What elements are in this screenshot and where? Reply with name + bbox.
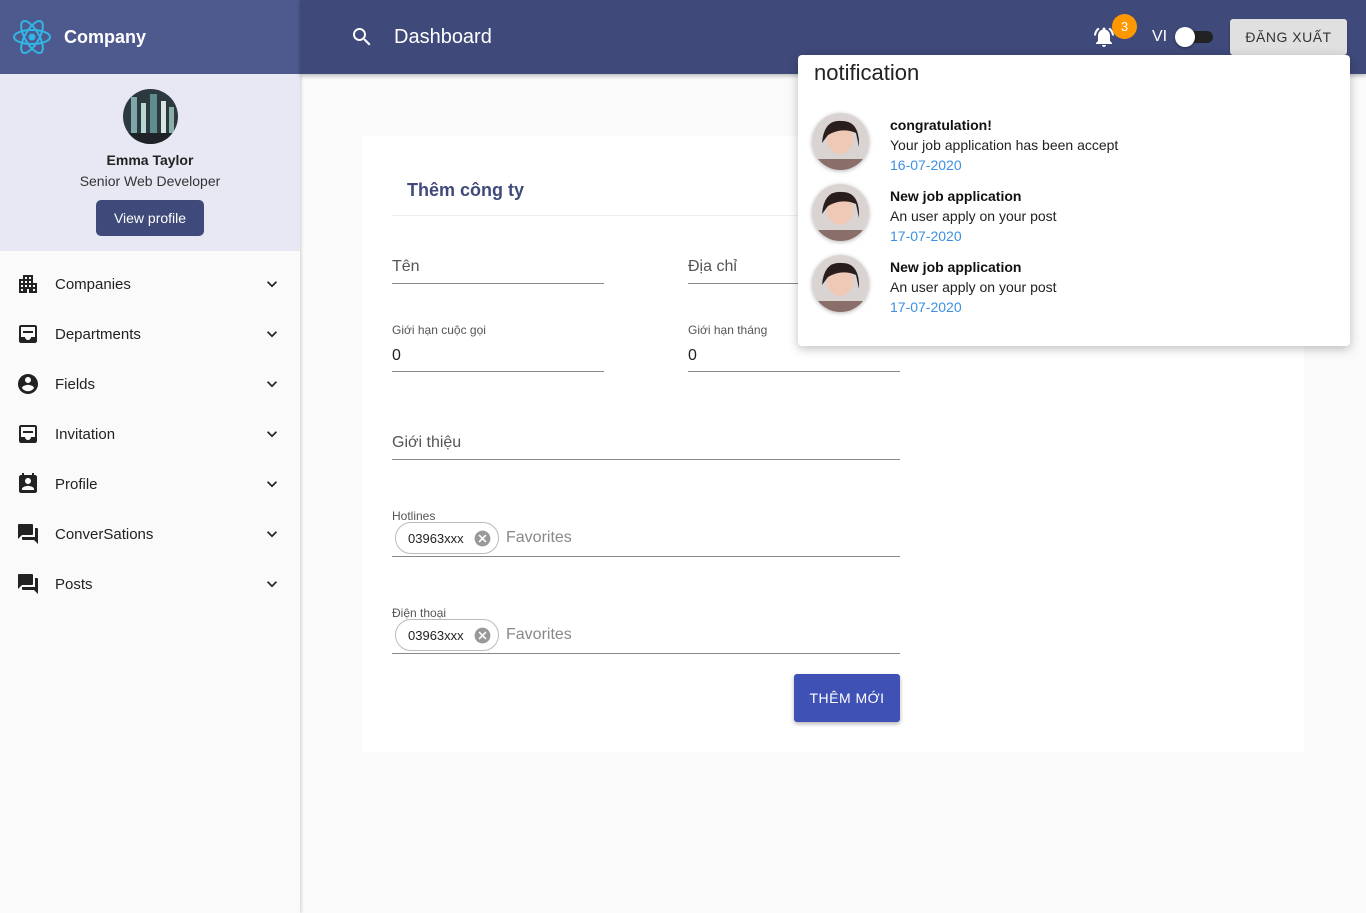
call-limit-value: 0 (392, 347, 401, 364)
chevron-down-icon (267, 431, 277, 438)
inbox-icon (19, 425, 37, 443)
sidebar-item-label: Invitation (55, 425, 116, 443)
forum-icon (18, 574, 38, 594)
user-role: Senior Web Developer (79, 173, 221, 189)
avatar (812, 184, 869, 241)
intro-placeholder: Giới thiệu (392, 434, 462, 451)
month-limit-label: Giới hạn tháng (688, 323, 768, 337)
avatar (812, 113, 869, 170)
name-placeholder: Tên (392, 258, 420, 275)
sidebar-item-conversations[interactable]: ConverSations (0, 509, 300, 559)
building-icon (19, 275, 37, 293)
notification-item[interactable]: New job application An user apply on you… (812, 253, 1332, 324)
call-limit-field[interactable]: Giới hạn cuộc gọi 0 (392, 323, 604, 372)
hotlines-field[interactable]: Hotlines 03963xxx Favorites (392, 509, 900, 557)
notification-count-badge: 3 (1112, 14, 1137, 39)
sidebar-item-label: Profile (55, 475, 98, 493)
chevron-down-icon (267, 331, 277, 338)
user-profile-panel: Emma Taylor Senior Web Developer View pr… (0, 74, 300, 251)
search-icon[interactable] (350, 25, 374, 49)
language-label: VI (1152, 28, 1168, 45)
sidebar-item-label: Posts (55, 575, 93, 593)
sidebar-item-label: ConverSations (55, 525, 154, 543)
sidebar-item-fields[interactable]: Fields (0, 359, 300, 409)
sidebar-item-label: Departments (55, 325, 141, 343)
notification-body: An user apply on your post (890, 279, 1057, 295)
badge-icon (19, 473, 37, 493)
brand-bar[interactable]: Company (0, 0, 300, 74)
sidebar-item-profile[interactable]: Profile (0, 459, 300, 509)
logout-button[interactable]: ĐĂNG XUẤT (1230, 19, 1347, 55)
phone-input-placeholder: Favorites (506, 626, 572, 643)
chevron-down-icon (267, 281, 277, 288)
phone-field[interactable]: Điện thoại 03963xxx Favorites (392, 606, 900, 654)
intro-field[interactable]: Giới thiệu (392, 424, 900, 460)
sidebar-nav: Companies Departments Fields Invitation … (0, 251, 300, 609)
cancel-icon[interactable] (473, 626, 492, 645)
avatar (122, 89, 178, 144)
sidebar-item-departments[interactable]: Departments (0, 309, 300, 359)
sidebar-item-posts[interactable]: Posts (0, 559, 300, 609)
chevron-down-icon (267, 581, 277, 588)
page-title: Dashboard (394, 26, 492, 48)
chip-label: 03963xxx (408, 530, 464, 546)
chevron-down-icon (267, 381, 277, 388)
notification-item[interactable]: congratulation! Your job application has… (812, 111, 1332, 182)
language-toggle[interactable] (1175, 27, 1213, 47)
chevron-down-icon (267, 531, 277, 538)
notification-date: 17-07-2020 (890, 228, 962, 244)
notification-heading: congratulation! (890, 117, 992, 133)
add-new-button[interactable]: THÊM MỚI (794, 674, 900, 722)
phone-label: Điện thoại (392, 606, 447, 620)
hotlines-input-placeholder: Favorites (506, 529, 572, 546)
cancel-icon[interactable] (473, 529, 492, 548)
sidebar-item-companies[interactable]: Companies (0, 259, 300, 309)
chip-label: 03963xxx (408, 627, 464, 643)
chevron-down-icon (267, 481, 277, 488)
form-title: Thêm công ty (407, 180, 525, 200)
notification-item[interactable]: New job application An user apply on you… (812, 182, 1332, 253)
sidebar-item-invitation[interactable]: Invitation (0, 409, 300, 459)
account-circle-icon (18, 374, 38, 394)
hotline-chip[interactable]: 03963xxx (395, 522, 499, 554)
sidebar: Company Emma Taylor Senior Web Developer… (0, 0, 300, 913)
notification-heading: New job application (890, 259, 1022, 275)
month-limit-value: 0 (688, 347, 697, 364)
address-placeholder: Địa chỉ (688, 258, 737, 275)
inbox-icon (19, 325, 37, 343)
react-logo-icon (13, 20, 51, 54)
avatar (812, 255, 869, 312)
toggle-thumb (1175, 27, 1195, 47)
call-limit-label: Giới hạn cuộc gọi (392, 323, 486, 337)
sidebar-item-label: Companies (55, 275, 131, 293)
phone-chip[interactable]: 03963xxx (395, 619, 499, 651)
notification-panel-title: notification (814, 60, 920, 85)
forum-icon (18, 524, 38, 544)
user-name: Emma Taylor (106, 152, 194, 168)
view-profile-button[interactable]: View profile (96, 200, 204, 236)
notification-panel: notification congratulation! Your job ap… (798, 55, 1350, 346)
name-field[interactable]: Tên (392, 248, 604, 284)
notification-body: Your job application has been accept (890, 137, 1119, 153)
notification-heading: New job application (890, 188, 1022, 204)
brand-name: Company (64, 26, 147, 47)
hotlines-label: Hotlines (392, 509, 436, 523)
notification-body: An user apply on your post (890, 208, 1057, 224)
sidebar-item-label: Fields (55, 375, 96, 393)
notification-date: 16-07-2020 (890, 157, 962, 173)
notification-date: 17-07-2020 (890, 299, 962, 315)
